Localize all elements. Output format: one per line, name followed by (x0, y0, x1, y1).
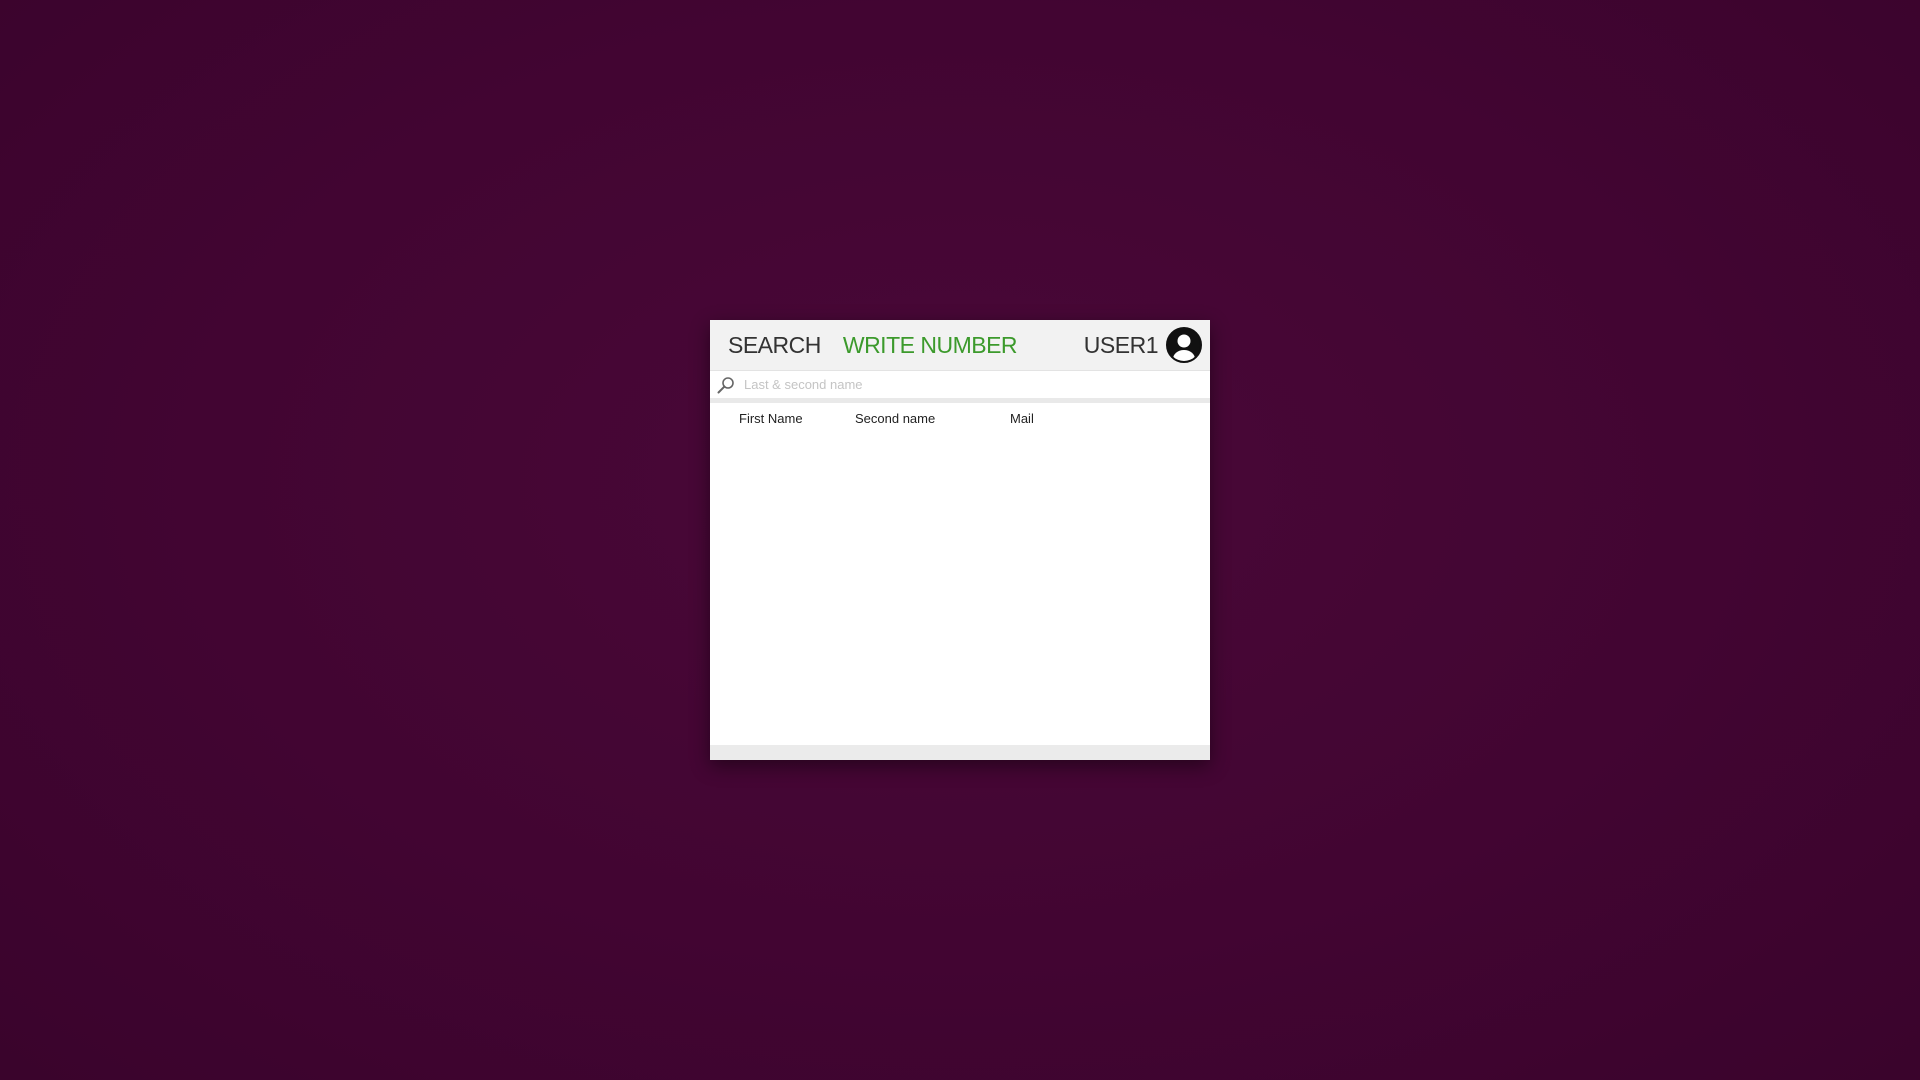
search-input[interactable] (744, 377, 1204, 392)
column-header-mail[interactable]: Mail (1010, 411, 1034, 426)
table-header: First Name Second name Mail (710, 411, 1210, 431)
username-label[interactable]: USER1 (1084, 332, 1159, 359)
column-header-second-name[interactable]: Second name (855, 411, 935, 426)
tab-search[interactable]: SEARCH (728, 332, 821, 359)
app-window: SEARCH WRITE NUMBER USER1 First Name Sec… (710, 320, 1210, 760)
top-nav-bar: SEARCH WRITE NUMBER USER1 (710, 320, 1210, 370)
user-avatar-icon[interactable] (1166, 327, 1202, 363)
column-header-first-name[interactable]: First Name (739, 411, 803, 426)
tab-write-number[interactable]: WRITE NUMBER (843, 332, 1018, 359)
results-table: First Name Second name Mail (710, 403, 1210, 745)
search-icon[interactable] (716, 375, 736, 395)
bottom-bar (710, 745, 1210, 760)
search-bar (710, 370, 1210, 398)
